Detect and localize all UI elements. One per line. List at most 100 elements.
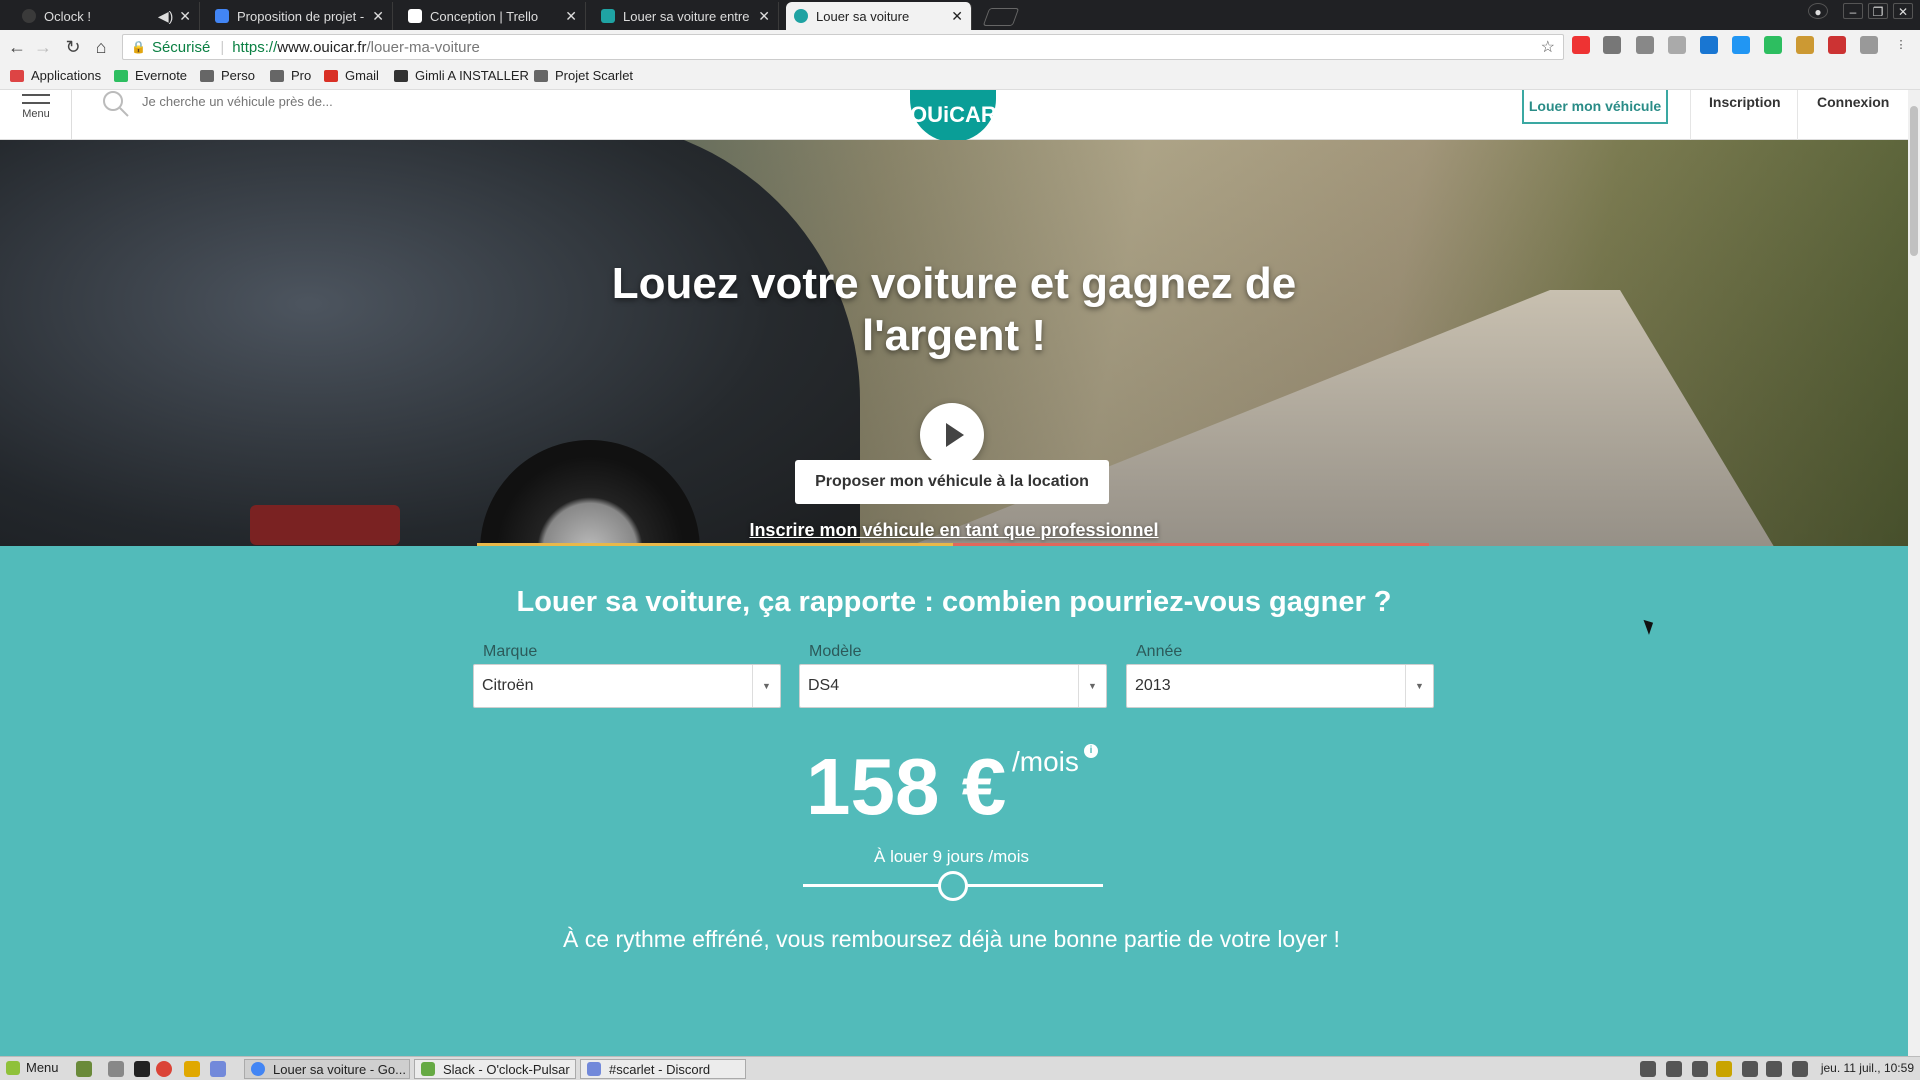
taskbar-window-slack[interactable]: Slack - O'clock-Pulsar: [414, 1059, 576, 1079]
tab-title: Louer sa voiture entre p: [623, 8, 753, 24]
bookmark-projet-scarlet[interactable]: Projet Scarlet: [534, 68, 633, 83]
apps-grid-icon: [10, 69, 24, 82]
files-icon[interactable]: [108, 1061, 124, 1077]
close-tab-icon[interactable]: ✕: [758, 8, 770, 25]
calculator-title: Louer sa voiture, ça rapporte : combien …: [516, 586, 1392, 618]
url-bar[interactable]: 🔒 Sécurisé | https://www.ouicar.fr/louer…: [122, 34, 1564, 60]
taskbar-window-chrome[interactable]: Louer sa voiture - Go...: [244, 1059, 410, 1079]
minimize-icon[interactable]: –: [1843, 3, 1863, 19]
pen-tray-icon[interactable]: [1742, 1061, 1758, 1077]
slack-icon: [421, 1062, 435, 1076]
window-label: Slack - O'clock-Pulsar: [443, 1061, 570, 1077]
save-extension-icon[interactable]: [1700, 36, 1718, 54]
new-tab-button[interactable]: [982, 8, 1020, 26]
bookmark-gmail[interactable]: Gmail: [324, 68, 379, 83]
rainbow-extension-icon[interactable]: [1796, 36, 1814, 54]
model-select[interactable]: DS4 ▼: [799, 664, 1107, 708]
close-window-icon[interactable]: ✕: [1893, 3, 1913, 19]
profile-icon[interactable]: ●: [1808, 3, 1828, 19]
header-divider: [1690, 90, 1691, 140]
ublock-extension-icon[interactable]: [1828, 36, 1846, 54]
home-icon[interactable]: ⌂: [90, 37, 112, 57]
settings-tray-icon[interactable]: [1666, 1061, 1682, 1077]
font-extension-icon[interactable]: [1668, 36, 1686, 54]
vehicle-search-input[interactable]: [142, 94, 642, 109]
rental-days-label: À louer 9 jours /mois: [874, 847, 1029, 866]
close-tab-icon[interactable]: ✕: [565, 8, 577, 25]
bookmark-star-icon[interactable]: ☆: [1541, 37, 1555, 57]
close-tab-icon[interactable]: ✕: [179, 8, 191, 25]
gear-extension-icon[interactable]: [1860, 36, 1878, 54]
ouicar-logo[interactable]: OUiCAR: [910, 90, 997, 142]
pencil-extension-icon[interactable]: [1603, 36, 1621, 54]
tab-louer-sa-voiture-active[interactable]: Louer sa voiture ✕: [786, 2, 972, 30]
play-video-icon[interactable]: [920, 403, 984, 467]
battery-tray-icon[interactable]: [1792, 1061, 1808, 1077]
rent-my-vehicle-button[interactable]: Louer mon véhicule: [1522, 90, 1668, 124]
tab-oclock[interactable]: Oclock ! ◀) ✕: [14, 2, 200, 30]
restore-icon[interactable]: ❐: [1868, 3, 1888, 19]
bookmark-perso[interactable]: Perso: [200, 68, 255, 83]
car-taillight-image: [250, 505, 400, 545]
bookmark-applications[interactable]: Applications: [10, 68, 101, 83]
folder-icon: [534, 69, 548, 82]
mute-icon[interactable]: ◀): [158, 8, 173, 25]
camera-extension-icon[interactable]: [1636, 36, 1654, 54]
url-host: www.ouicar.fr: [277, 38, 367, 56]
scrollbar-thumb[interactable]: [1910, 106, 1918, 256]
signup-link[interactable]: Inscription: [1709, 94, 1781, 110]
network-tray-icon[interactable]: [1716, 1061, 1732, 1077]
login-link[interactable]: Connexion: [1817, 94, 1889, 110]
close-tab-icon[interactable]: ✕: [372, 8, 384, 25]
tab-trello[interactable]: Conception | Trello ✕: [400, 2, 586, 30]
link-extension-icon[interactable]: [1732, 36, 1750, 54]
youtube-extension-icon[interactable]: [1572, 36, 1590, 54]
discord-tray-icon[interactable]: [1640, 1061, 1656, 1077]
terminal-icon[interactable]: [134, 1061, 150, 1077]
discord-icon[interactable]: [210, 1061, 226, 1077]
tab-title: Conception | Trello: [430, 8, 539, 24]
taskbar-window-discord[interactable]: #scarlet - Discord: [580, 1059, 746, 1079]
tab-title: Louer sa voiture: [816, 8, 910, 24]
page-scrollbar[interactable]: [1908, 90, 1920, 1056]
bookmark-label: Gmail: [345, 68, 379, 83]
days-slider-thumb[interactable]: [938, 871, 968, 901]
chevron-down-icon: ▼: [752, 665, 780, 707]
model-label: Modèle: [809, 643, 862, 660]
info-icon[interactable]: i: [1084, 744, 1098, 758]
site-header: Menu OUiCAR Louer mon véhicule Inscripti…: [0, 90, 1908, 142]
tab-proposition-de-projet[interactable]: Proposition de projet - G ✕: [207, 2, 393, 30]
reload-icon[interactable]: ↻: [62, 37, 84, 57]
bookmark-pro[interactable]: Pro: [270, 68, 311, 83]
bookmark-evernote[interactable]: Evernote: [114, 68, 187, 83]
professional-register-link[interactable]: Inscrire mon véhicule en tant que profes…: [554, 520, 1354, 541]
brand-value: Citroën: [482, 677, 534, 694]
brand-select[interactable]: Citroën ▼: [473, 664, 781, 708]
system-clock: jeu. 11 juil., 10:59: [1820, 1061, 1914, 1075]
evernote-extension-icon[interactable]: [1764, 36, 1782, 54]
back-icon[interactable]: ←: [6, 37, 28, 57]
model-value: DS4: [808, 677, 840, 694]
hamburger-icon: [22, 94, 50, 104]
menu-button[interactable]: Menu: [18, 92, 54, 120]
propose-vehicle-button[interactable]: Proposer mon véhicule à la location: [795, 460, 1109, 504]
more-menu-icon[interactable]: ⋮: [1892, 36, 1910, 54]
sublime-icon[interactable]: [184, 1061, 200, 1077]
chrome-icon[interactable]: [156, 1061, 172, 1077]
show-desktop-icon[interactable]: [76, 1061, 92, 1077]
estimated-price: 158 €: [806, 742, 1007, 831]
bookmark-label: Applications: [31, 68, 102, 83]
window-label: #scarlet - Discord: [609, 1061, 711, 1077]
year-select[interactable]: 2013 ▼: [1126, 664, 1434, 708]
tab-louer-sa-voiture-entre[interactable]: Louer sa voiture entre p ✕: [593, 2, 779, 30]
tools-tray-icon[interactable]: [1692, 1061, 1708, 1077]
browser-tab-bar: Oclock ! ◀) ✕ Proposition de projet - G …: [0, 0, 1920, 30]
bookmark-gimli[interactable]: Gimli A INSTALLER: [394, 68, 529, 83]
volume-tray-icon[interactable]: [1766, 1061, 1782, 1077]
year-label: Année: [1136, 643, 1183, 660]
forward-icon[interactable]: →: [32, 37, 54, 57]
start-menu-button[interactable]: Menu: [6, 1060, 59, 1075]
close-tab-icon[interactable]: ✕: [951, 8, 963, 25]
url-separator: |: [220, 38, 225, 56]
page-viewport: Menu OUiCAR Louer mon véhicule Inscripti…: [0, 90, 1920, 1056]
